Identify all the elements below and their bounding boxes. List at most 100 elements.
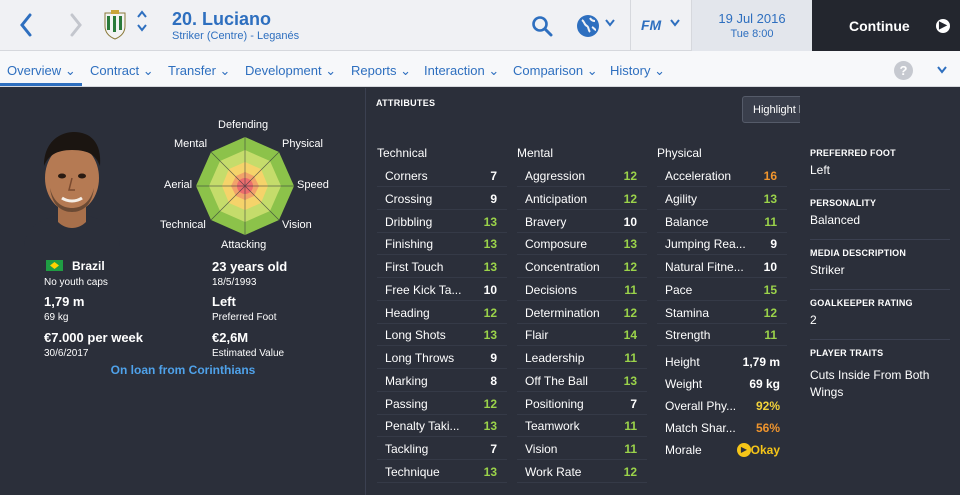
attribute-row[interactable]: Teamwork 11: [517, 415, 647, 438]
chevron-down-icon[interactable]: [936, 62, 948, 78]
tab-reports[interactable]: Reports ⌄: [351, 63, 411, 79]
attribute-row[interactable]: Strength 11: [657, 324, 787, 347]
chevron-down-icon[interactable]: [604, 17, 616, 31]
attribute-row[interactable]: Off The Ball 13: [517, 370, 647, 392]
chevron-down-icon[interactable]: [136, 23, 148, 37]
physical-info-value: 69 kg: [749, 377, 780, 391]
radar-label-mental: Mental: [174, 138, 208, 150]
attribute-row[interactable]: Determination 12: [517, 302, 647, 324]
chevron-down-icon: ⌄: [64, 63, 76, 78]
player-name: 20. Luciano: [172, 9, 272, 29]
media-description-heading: MEDIA DESCRIPTION: [810, 248, 907, 258]
attribute-row[interactable]: Bravery 10: [517, 211, 647, 233]
attribute-row[interactable]: Anticipation 12: [517, 188, 647, 210]
attribute-row[interactable]: Positioning 7: [517, 393, 647, 415]
attribute-value: 9: [490, 351, 497, 365]
attribute-value: 11: [624, 282, 637, 297]
attribute-row[interactable]: Natural Fitne... 10: [657, 256, 787, 278]
back-arrow-icon[interactable]: [18, 12, 34, 42]
attribute-row[interactable]: Jumping Rea... 9: [657, 233, 787, 256]
technical-header: Technical: [377, 146, 428, 160]
fm-menu-button[interactable]: FM: [630, 0, 692, 51]
media-description-value: Striker: [810, 263, 845, 277]
attribute-value: 13: [483, 237, 497, 252]
attribute-row[interactable]: Decisions 11: [517, 279, 647, 301]
attribute-row[interactable]: Finishing 13: [377, 233, 507, 256]
tab-overview[interactable]: Overview ⌄: [7, 63, 76, 79]
attribute-row[interactable]: Work Rate 12: [517, 461, 647, 483]
player-switch-arrows[interactable]: [136, 9, 148, 37]
date-display[interactable]: 19 Jul 2016 Tue 8:00: [692, 0, 812, 51]
attribute-row[interactable]: Aggression 12: [517, 165, 647, 187]
physical-info-row[interactable]: Morale ▶ Okay: [657, 439, 790, 461]
attribute-name: Flair: [525, 328, 549, 343]
attribute-row[interactable]: Marking 8: [377, 370, 507, 392]
attribute-row[interactable]: Vision 11: [517, 438, 647, 460]
search-icon[interactable]: [531, 15, 553, 42]
attribute-value: 10: [623, 214, 637, 229]
attribute-row[interactable]: Passing 12: [377, 393, 507, 415]
current-date: 19 Jul 2016: [718, 11, 786, 26]
player-profile-panel: Defending Mental Physical Aerial Speed T…: [0, 88, 366, 495]
physical-info-row: Match Shar... 56%: [657, 417, 790, 439]
attribute-row[interactable]: Acceleration 16: [657, 165, 787, 187]
attribute-row[interactable]: Heading 12: [377, 302, 507, 324]
attribute-row[interactable]: Pace 15: [657, 279, 787, 301]
tab-transfer[interactable]: Transfer ⌄: [168, 63, 230, 79]
forward-arrow-icon[interactable]: [68, 12, 84, 42]
tab-interaction[interactable]: Interaction ⌄: [424, 63, 499, 79]
attribute-value: 16: [763, 169, 777, 183]
attribute-name: Acceleration: [665, 169, 732, 183]
tab-label: Reports: [351, 63, 397, 78]
attribute-row[interactable]: Concentration 12: [517, 256, 647, 278]
attribute-row[interactable]: Long Shots 13: [377, 324, 507, 347]
help-icon[interactable]: ?: [894, 61, 913, 80]
attribute-name: Vision: [525, 442, 558, 456]
attribute-row[interactable]: Free Kick Ta... 10: [377, 279, 507, 301]
attribute-value: 12: [483, 396, 497, 411]
preferred-foot-detail: Left: [810, 163, 831, 177]
attribute-name: Penalty Taki...: [385, 419, 460, 434]
attribute-name: Leadership: [525, 351, 585, 365]
chevron-down-icon: ⌄: [400, 63, 412, 78]
physical-info-row: Weight 69 kg: [657, 373, 790, 395]
attribute-row[interactable]: Composure 13: [517, 233, 647, 256]
attribute-row[interactable]: Dribbling 13: [377, 211, 507, 233]
loan-link[interactable]: On loan from Corinthians: [0, 363, 366, 377]
tab-development[interactable]: Development ⌄: [245, 63, 336, 79]
attribute-row[interactable]: Flair 14: [517, 324, 647, 347]
attribute-row[interactable]: Leadership 11: [517, 347, 647, 369]
attribute-name: Passing: [385, 396, 428, 411]
physical-info-name: Overall Phy...: [665, 399, 737, 413]
youth-caps: No youth caps: [44, 277, 108, 288]
continue-button[interactable]: Continue ▶: [812, 0, 960, 51]
attribute-name: Heading: [385, 305, 430, 320]
chevron-down-icon: ⌄: [219, 63, 231, 78]
attribute-name: Work Rate: [525, 464, 582, 479]
chevron-up-icon[interactable]: [136, 9, 148, 23]
globe-icon[interactable]: [576, 14, 600, 43]
attribute-row[interactable]: Corners 7: [377, 165, 507, 187]
physical-info-value: 1,79 m: [742, 355, 780, 369]
tab-comparison[interactable]: Comparison ⌄: [513, 63, 598, 79]
tab-contract[interactable]: Contract ⌄: [90, 63, 154, 79]
tab-history[interactable]: History ⌄: [610, 63, 665, 79]
physical-info-name: Height: [665, 355, 700, 369]
attribute-row[interactable]: Penalty Taki... 13: [377, 415, 507, 438]
player-subtitle[interactable]: Striker (Centre) - Leganés: [172, 30, 299, 42]
chevron-down-icon: ⌄: [654, 63, 665, 78]
attribute-row[interactable]: Crossing 9: [377, 188, 507, 210]
nationality[interactable]: Brazil: [72, 259, 105, 273]
player-trait-item[interactable]: Cuts Inside From Both Wings: [810, 367, 950, 401]
attribute-value: 13: [483, 260, 497, 274]
attribute-row[interactable]: Balance 11: [657, 211, 787, 233]
club-crest-icon: [102, 10, 128, 40]
attribute-value: 8: [490, 373, 497, 388]
attribute-row[interactable]: Tackling 7: [377, 438, 507, 460]
attribute-row[interactable]: Stamina 12: [657, 302, 787, 324]
attribute-row[interactable]: Long Throws 9: [377, 347, 507, 369]
attribute-row[interactable]: Agility 13: [657, 188, 787, 210]
attribute-value: 13: [763, 191, 777, 206]
attribute-row[interactable]: Technique 13: [377, 461, 507, 483]
attribute-row[interactable]: First Touch 13: [377, 256, 507, 278]
